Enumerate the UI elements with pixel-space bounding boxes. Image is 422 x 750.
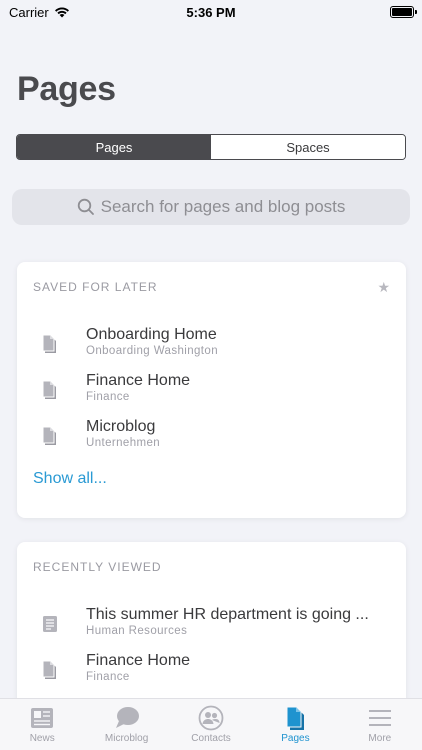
blog-post-icon <box>43 616 57 632</box>
list-item[interactable]: Microblog Unternehmen <box>17 416 406 458</box>
item-subtitle: Onboarding Washington <box>86 345 218 357</box>
list-item[interactable]: Finance Home Finance <box>17 370 406 412</box>
recent-card-header: RECENTLY VIEWED <box>17 542 406 578</box>
tab-label: News <box>29 733 55 744</box>
menu-icon <box>368 710 391 726</box>
segment-spaces[interactable]: Spaces <box>211 135 405 159</box>
carrier-label: Carrier <box>9 4 49 20</box>
tab-bar: News Microblog Contacts Pages More <box>0 698 422 750</box>
item-subtitle: Finance <box>86 671 130 683</box>
tab-contacts[interactable]: Contacts <box>169 699 253 750</box>
tab-more[interactable]: More <box>338 699 422 750</box>
list-item[interactable]: This summer HR department is going ... H… <box>17 604 406 646</box>
show-all-link[interactable]: Show all... <box>33 470 107 488</box>
pages-icon <box>286 706 305 730</box>
search-icon <box>77 198 94 215</box>
tab-pages[interactable]: Pages <box>253 699 337 750</box>
segment-pages[interactable]: Pages <box>17 135 211 159</box>
contacts-icon <box>198 705 224 731</box>
star-icon[interactable]: ★ <box>377 279 390 296</box>
tab-label: Microblog <box>104 733 149 744</box>
recent-card-title: RECENTLY VIEWED <box>33 560 162 574</box>
item-title: Finance Home <box>86 652 191 669</box>
page-icon <box>42 660 56 679</box>
item-subtitle: Unternehmen <box>86 437 161 449</box>
saved-card-header: SAVED FOR LATER ★ <box>17 262 406 298</box>
item-title: This summer HR department is going ... <box>86 606 369 623</box>
search-input[interactable]: Search for pages and blog posts <box>12 189 410 225</box>
item-title: Finance Home <box>86 372 191 389</box>
item-subtitle: Human Resources <box>86 625 188 637</box>
tab-label: Pages <box>281 733 310 744</box>
page-icon <box>42 380 56 399</box>
battery-icon <box>390 6 417 18</box>
saved-card-title: SAVED FOR LATER <box>33 280 158 294</box>
page-icon <box>42 426 56 445</box>
tab-label: Contacts <box>191 733 231 744</box>
item-title: Microblog <box>86 418 156 435</box>
news-icon <box>31 708 54 728</box>
list-item[interactable]: Onboarding Home Onboarding Washington <box>17 324 406 366</box>
list-item[interactable]: Finance Home Finance <box>17 650 406 692</box>
saved-for-later-card: SAVED FOR LATER ★ Onboarding Home Onboar… <box>17 262 406 518</box>
page-title: Pages <box>17 70 116 108</box>
page-icon <box>42 334 56 353</box>
status-bar: Carrier 5:36 PM <box>0 0 422 24</box>
search-placeholder: Search for pages and blog posts <box>100 197 346 216</box>
status-left: Carrier <box>9 5 70 20</box>
item-subtitle: Finance <box>86 391 130 403</box>
chat-bubble-icon <box>115 707 139 728</box>
item-title: Onboarding Home <box>86 326 217 343</box>
tab-microblog[interactable]: Microblog <box>84 699 168 750</box>
wifi-icon <box>54 7 69 18</box>
tab-label: More <box>368 733 392 744</box>
tab-news[interactable]: News <box>0 699 84 750</box>
segmented-control: Pages Spaces <box>16 134 406 160</box>
